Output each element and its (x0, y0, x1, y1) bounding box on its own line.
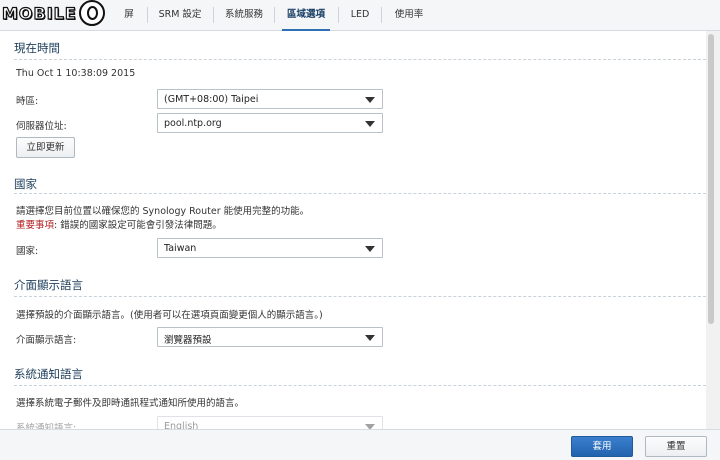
country-value: Taiwan (164, 243, 197, 254)
reset-button[interactable]: 重置 (645, 436, 707, 457)
country-select[interactable]: Taiwan (157, 238, 383, 258)
server-value: pool.ntp.org (164, 118, 222, 129)
timezone-select[interactable]: (GMT+08:00) Taipei (157, 89, 383, 109)
current-time: Thu Oct 1 10:38:09 2015 (16, 68, 136, 79)
tab-separator (338, 7, 339, 23)
server-label: 伺服器位址: (16, 121, 67, 132)
ui-language-select[interactable]: 瀏覽器預設 (157, 327, 383, 347)
ui-language-label: 介面顯示語言: (16, 335, 77, 346)
notify-language-description: 選擇系統電子郵件及即時通訊程式通知所使用的語言。 (16, 398, 245, 409)
section-divider (14, 193, 706, 194)
mobile01-logo: MOBILE (1, 0, 132, 26)
tab-partial[interactable]: 屏 (118, 0, 140, 30)
section-divider (14, 59, 706, 60)
chevron-down-icon (365, 121, 375, 127)
notify-language-value: English (164, 421, 199, 429)
warning-text: : 錯誤的國家設定可能會引發法律問題。 (54, 220, 222, 231)
apply-button[interactable]: 套用 (571, 436, 633, 457)
notify-language-select[interactable]: English (157, 416, 383, 429)
tab-separator (147, 7, 148, 23)
section-title-ui-language: 介面顯示語言 (14, 278, 83, 292)
footer-bar: 套用 重置 (0, 429, 720, 460)
tab-bar: MOBILE 屏 SRM 設定 系統服務 區域選項 LED 使用率 (0, 0, 720, 31)
logo-badge-icon (78, 0, 105, 26)
tab-separator (213, 7, 214, 23)
scrollbar-thumb[interactable] (708, 34, 714, 324)
server-select[interactable]: pool.ntp.org (157, 113, 383, 133)
ui-language-value: 瀏覽器預設 (164, 335, 212, 346)
section-divider (14, 296, 706, 297)
tab-services[interactable]: 系統服務 (221, 0, 267, 30)
tab-led[interactable]: LED (346, 0, 374, 30)
country-label: 國家: (16, 246, 39, 257)
tab-separator (274, 7, 275, 23)
tab-usage[interactable]: 使用率 (389, 0, 429, 30)
section-divider (14, 385, 706, 386)
section-title-time: 現在時間 (14, 41, 60, 55)
tab-regional-options[interactable]: 區域選項 (282, 0, 330, 31)
chevron-down-icon (365, 335, 375, 341)
section-title-country: 國家 (14, 177, 37, 191)
notify-language-label: 系統通知語言: (16, 423, 77, 429)
country-warning: 重要事項: 錯誤的國家設定可能會引發法律問題。 (16, 217, 222, 231)
timezone-value: (GMT+08:00) Taipei (164, 94, 259, 105)
tab-separator (381, 7, 382, 23)
settings-content: 現在時間 Thu Oct 1 10:38:09 2015 時區: (GMT+08… (0, 31, 706, 429)
country-description: 請選擇您目前位置以確保您的 Synology Router 能使用完整的功能。 (16, 206, 310, 217)
ui-language-description: 選擇預設的介面顯示語言。(使用者可以在選項頁面變更個人的顯示語言。) (16, 310, 323, 321)
chevron-down-icon (365, 97, 375, 103)
section-title-notify-language: 系統通知語言 (14, 367, 83, 381)
update-now-button[interactable]: 立即更新 (16, 137, 75, 158)
timezone-label: 時區: (16, 96, 39, 107)
chevron-down-icon (365, 246, 375, 252)
warning-label: 重要事項 (16, 220, 55, 231)
tab-srm-settings[interactable]: SRM 設定 (155, 0, 205, 30)
